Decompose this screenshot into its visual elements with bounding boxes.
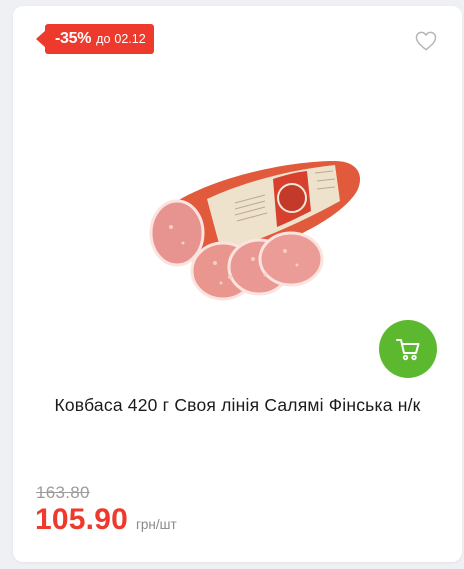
- discount-until-label: до: [96, 32, 111, 46]
- price-unit: грн/шт: [136, 517, 177, 532]
- product-title[interactable]: Ковбаса 420 г Своя лінія Салямі Фінська …: [13, 395, 462, 416]
- add-to-cart-button[interactable]: [379, 320, 437, 378]
- heart-outline-icon: [415, 31, 437, 51]
- old-price: 163.80: [36, 483, 90, 502]
- current-price: 105.90: [35, 503, 128, 536]
- favorite-button[interactable]: [415, 31, 437, 51]
- discount-percent: -35%: [55, 30, 92, 47]
- product-card[interactable]: -35% до 02.12 Ковбаса 420 г Своя лінія С…: [13, 6, 462, 562]
- discount-badge: -35% до 02.12: [36, 24, 154, 54]
- product-image[interactable]: [135, 151, 375, 331]
- cart-icon: [396, 339, 420, 361]
- discount-until-date: 02.12: [114, 32, 146, 46]
